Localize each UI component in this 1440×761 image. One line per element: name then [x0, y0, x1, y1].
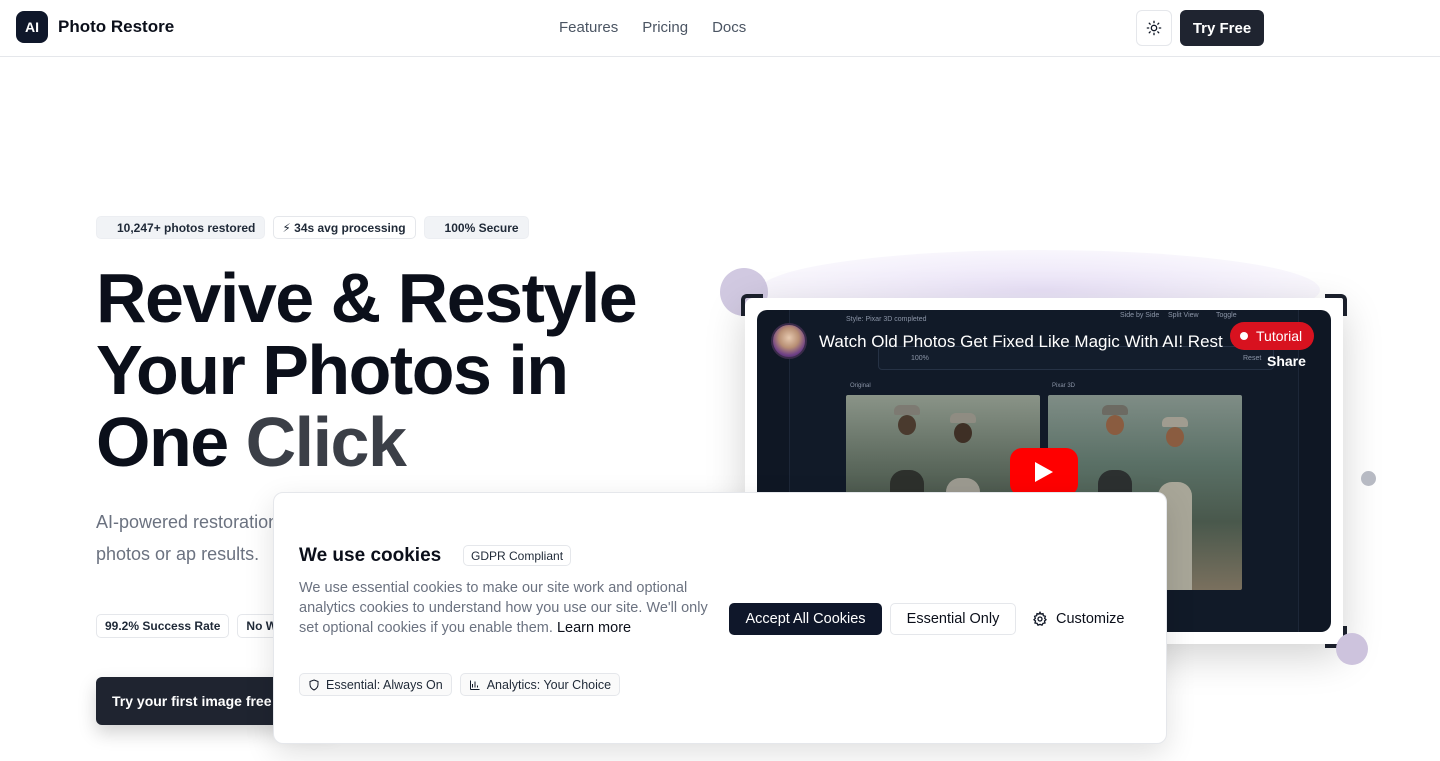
- headline-line-1: Revive & Restyle: [96, 259, 638, 337]
- live-dot-icon: [1240, 332, 1248, 340]
- pill-success-rate: 99.2% Success Rate: [96, 614, 230, 638]
- headline-click: Click: [245, 403, 407, 481]
- figure-hat: [1102, 405, 1128, 415]
- video-title[interactable]: Watch Old Photos Get Fixed Like Magic Wi…: [819, 332, 1249, 352]
- learn-more-link[interactable]: Learn more: [557, 620, 631, 636]
- stat-avg-processing: ⚡ 34s avg processing: [273, 216, 416, 239]
- thumb-label-original: Original: [850, 383, 871, 389]
- cookie-title: We use cookies: [299, 545, 442, 566]
- cookie-consent-dialog: We use cookies GDPR Compliant We use ess…: [273, 492, 1167, 744]
- cookie-description: We use essential cookies to make our sit…: [299, 578, 719, 638]
- essential-only-button[interactable]: Essential Only: [890, 603, 1016, 635]
- thumb-mode-toggle: Toggle: [1216, 312, 1237, 319]
- play-icon: [1035, 462, 1053, 482]
- nav-features[interactable]: Features: [559, 19, 618, 36]
- tutorial-badge: Tutorial: [1230, 322, 1315, 350]
- thumb-style-text: Style: Pixar 3D completed: [846, 316, 927, 323]
- tag-essential: Essential: Always On: [299, 673, 452, 696]
- site-header: AI Photo Restore Features Pricing Docs T…: [0, 0, 1440, 57]
- stats-badges: 10,247+ photos restored ⚡ 34s avg proces…: [96, 216, 529, 239]
- sun-icon: [1146, 20, 1162, 36]
- stat-photos-restored: 10,247+ photos restored: [96, 216, 266, 239]
- gdpr-badge: GDPR Compliant: [463, 545, 572, 566]
- try-free-button[interactable]: Try Free: [1180, 10, 1264, 46]
- figure-head: [954, 423, 972, 443]
- shield-icon: [309, 678, 319, 691]
- tag-analytics-label: Analytics: Your Choice: [486, 677, 612, 692]
- thumb-reset: Reset: [1243, 355, 1262, 362]
- customize-label: Customize: [1056, 611, 1125, 627]
- thumb-zoom: 100%: [911, 355, 929, 362]
- nav-pricing[interactable]: Pricing: [642, 19, 688, 36]
- headline-line-3: One Click: [96, 406, 736, 478]
- logo-badge: AI: [16, 11, 48, 43]
- figure-hat: [950, 413, 976, 423]
- logo-text: Photo Restore: [58, 17, 175, 36]
- headline-one: One: [96, 403, 246, 481]
- accept-all-cookies-button[interactable]: Accept All Cookies: [729, 603, 882, 635]
- headline-line-2: Your Photos in: [96, 331, 569, 409]
- figure-head: [1106, 415, 1124, 435]
- channel-avatar[interactable]: [771, 323, 807, 359]
- thumb-mode-split: Split View: [1168, 312, 1199, 319]
- tag-analytics: Analytics: Your Choice: [459, 673, 621, 696]
- cookie-tags: Essential: Always On Analytics: Your Cho…: [299, 673, 621, 696]
- tag-essential-label: Essential: Always On: [326, 677, 443, 692]
- customize-button[interactable]: Customize: [1032, 603, 1125, 635]
- main-nav: Features Pricing Docs: [559, 19, 746, 36]
- gear-icon: [1033, 611, 1047, 626]
- theme-toggle-button[interactable]: [1136, 10, 1172, 46]
- hero-headline: Revive & Restyle Your Photos in One Clic…: [96, 262, 736, 478]
- figure-hat: [894, 405, 920, 415]
- stat-secure: 100% Secure: [423, 216, 529, 239]
- cookie-text: We use essential cookies to make our sit…: [299, 580, 708, 636]
- nav-docs[interactable]: Docs: [712, 19, 746, 36]
- hero-pills: 99.2% Success Rate No W: [96, 614, 287, 638]
- tutorial-label: Tutorial: [1256, 328, 1303, 344]
- share-button[interactable]: Share: [1267, 353, 1306, 369]
- decor-dot: [1361, 471, 1376, 486]
- figure-head: [1166, 427, 1184, 447]
- logo[interactable]: AI Photo Restore: [16, 11, 174, 43]
- thumb-label-result: Pixar 3D: [1052, 383, 1076, 389]
- play-button[interactable]: [1010, 448, 1078, 496]
- thumb-mode-side: Side by Side: [1120, 312, 1160, 319]
- figure-hat: [1162, 417, 1188, 427]
- decor-circle-small: [1336, 633, 1368, 665]
- bar-chart-icon: [469, 680, 480, 690]
- figure-head: [898, 415, 916, 435]
